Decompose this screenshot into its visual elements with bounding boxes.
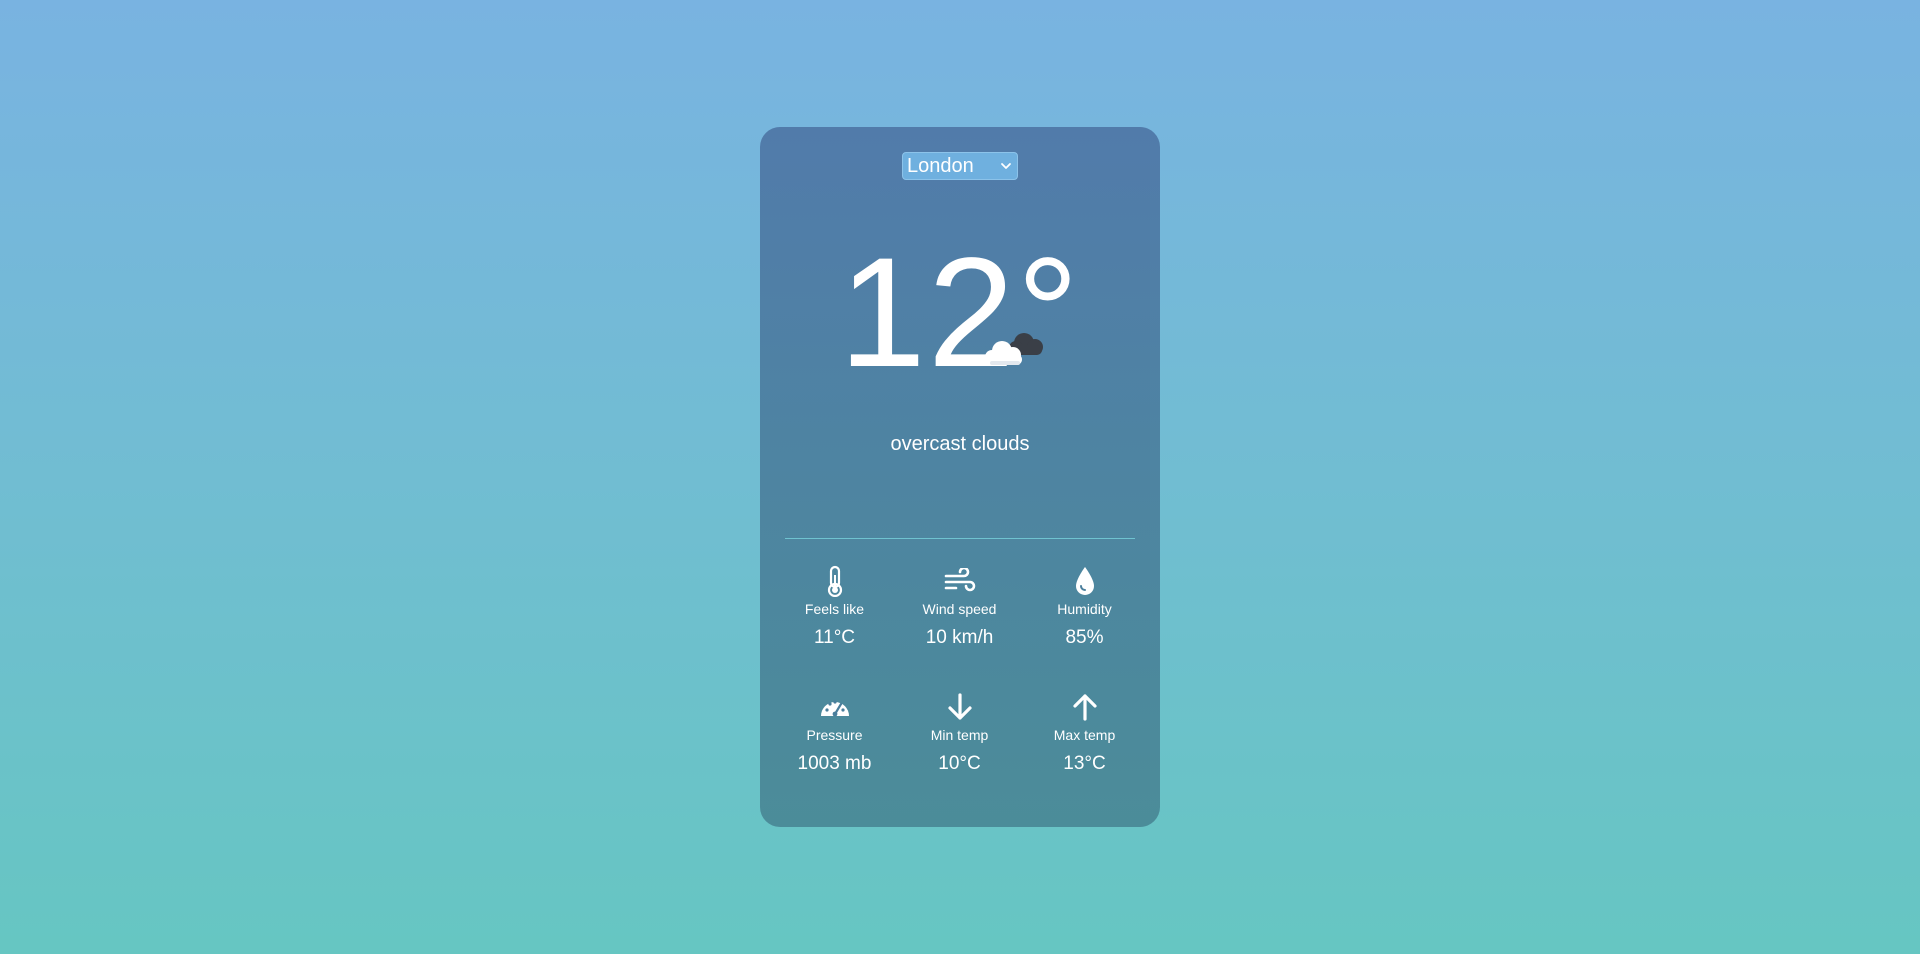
- arrow-down-icon: [942, 689, 978, 725]
- stat-value: 1003 mb: [797, 753, 872, 774]
- stat-value: 10 km/h: [925, 627, 994, 648]
- stat-feels-like: Feels like 11°C: [772, 563, 897, 689]
- overcast-clouds-icon: [978, 327, 1050, 373]
- stat-value: 10°C: [938, 753, 981, 774]
- stat-max-temp: Max temp 13°C: [1022, 689, 1147, 815]
- stat-value: 13°C: [1063, 753, 1106, 774]
- stat-value: 11°C: [813, 627, 856, 648]
- weather-description: overcast clouds: [890, 433, 1030, 455]
- weather-card: London 12° overcast clouds Feels like 11…: [760, 127, 1160, 827]
- wind-icon: [942, 563, 978, 599]
- stat-label: Pressure: [806, 727, 863, 743]
- stat-label: Wind speed: [922, 601, 997, 617]
- stat-label: Min temp: [930, 727, 989, 743]
- stat-min-temp: Min temp 10°C: [897, 689, 1022, 815]
- city-select-value: London: [907, 155, 974, 177]
- arrow-up-icon: [1067, 689, 1103, 725]
- stat-label: Feels like: [804, 601, 865, 617]
- stat-label: Max temp: [1053, 727, 1116, 743]
- stat-wind-speed: Wind speed 10 km/h: [897, 563, 1022, 689]
- divider: [785, 538, 1135, 539]
- chevron-down-icon: [997, 157, 1015, 175]
- current-temperature: 12°: [839, 226, 1081, 400]
- stat-humidity: Humidity 85%: [1022, 563, 1147, 689]
- water-drop-icon: [1067, 563, 1103, 599]
- stat-label: Humidity: [1057, 601, 1112, 617]
- stats-grid: Feels like 11°C Wind speed 10 km/h Humid…: [760, 563, 1160, 815]
- gauge-icon: [817, 689, 853, 725]
- thermometer-icon: [817, 563, 853, 599]
- stat-pressure: Pressure 1003 mb: [772, 689, 897, 815]
- stat-value: 85%: [1065, 627, 1104, 648]
- city-select[interactable]: London: [902, 152, 1018, 180]
